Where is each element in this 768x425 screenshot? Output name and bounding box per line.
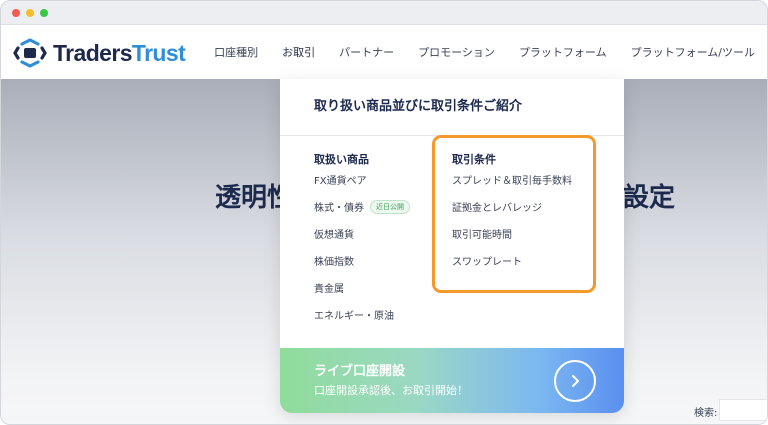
search-label: 検索:: [694, 408, 718, 419]
menu-item-label: 株式・債券: [314, 203, 364, 214]
logo-wordmark: TradersTrust: [53, 39, 186, 67]
menu-item-stocks-bonds[interactable]: 株式・債券 近日公開: [314, 193, 410, 220]
site-logo[interactable]: TradersTrust: [13, 38, 186, 68]
menu-item-label: 貴金属: [314, 284, 344, 295]
hero-title-right: 設定: [623, 183, 676, 213]
maximize-window-button[interactable]: [40, 9, 48, 17]
cta-subtitle: 口座開設承認後、お取引開始！: [314, 384, 468, 397]
menu-item-label: 株価指数: [314, 257, 354, 268]
conditions-highlight-box: [432, 135, 596, 293]
menu-item-metals[interactable]: 貴金属: [314, 274, 410, 301]
search-input[interactable]: [719, 399, 767, 421]
cta-title: ライブ口座開設: [314, 364, 406, 379]
open-account-button[interactable]: [554, 360, 596, 402]
close-window-button[interactable]: [12, 9, 20, 17]
menu-item-energy[interactable]: エネルギー・原油: [314, 301, 410, 328]
main-nav: 口座種別 お取引 パートナー プロモーション プラットフォーム プラットフォーム…: [202, 25, 767, 79]
nav-account-types[interactable]: 口座種別: [202, 44, 270, 60]
menu-item-indices[interactable]: 株価指数: [314, 247, 410, 274]
window-titlebar: [1, 1, 767, 25]
menu-item-label: FX通貨ペア: [314, 176, 367, 187]
coming-soon-badge: 近日公開: [370, 199, 410, 214]
trading-mega-menu: 取り扱い商品並びに取引条件ご紹介 取扱い商品 FX通貨ペア 株式・債券 近日公開 …: [280, 79, 624, 413]
minimize-window-button[interactable]: [26, 9, 34, 17]
menu-item-fx-pairs[interactable]: FX通貨ペア: [314, 166, 410, 193]
menu-item-label: エネルギー・原油: [314, 311, 394, 322]
mega-menu-title: 取り扱い商品並びに取引条件ご紹介: [314, 99, 523, 114]
nav-platforms-tools[interactable]: プラットフォーム/ツール: [619, 44, 767, 60]
logo-text-trust: Trust: [131, 39, 186, 66]
chevron-right-icon: [572, 375, 579, 387]
products-heading: 取扱い商品: [314, 153, 369, 166]
products-column: 取扱い商品 FX通貨ペア 株式・債券 近日公開 仮想通貨 株価指数 貴金属 エネル…: [314, 151, 410, 328]
site-header: TradersTrust 口座種別 お取引 パートナー プロモーション プラット…: [1, 25, 767, 79]
browser-window: TradersTrust 口座種別 お取引 パートナー プロモーション プラット…: [0, 0, 768, 425]
menu-item-crypto[interactable]: 仮想通貨: [314, 220, 410, 247]
open-live-account-banner[interactable]: ライブ口座開設 口座開設承認後、お取引開始！: [280, 348, 624, 413]
nav-platforms[interactable]: プラットフォーム: [507, 44, 619, 60]
logo-mark-icon: [13, 38, 47, 68]
nav-partners[interactable]: パートナー: [327, 44, 406, 60]
nav-trading[interactable]: お取引: [270, 44, 327, 60]
logo-text-traders: Traders: [53, 39, 133, 66]
menu-item-label: 仮想通貨: [314, 230, 354, 241]
nav-promotions[interactable]: プロモーション: [406, 44, 507, 60]
